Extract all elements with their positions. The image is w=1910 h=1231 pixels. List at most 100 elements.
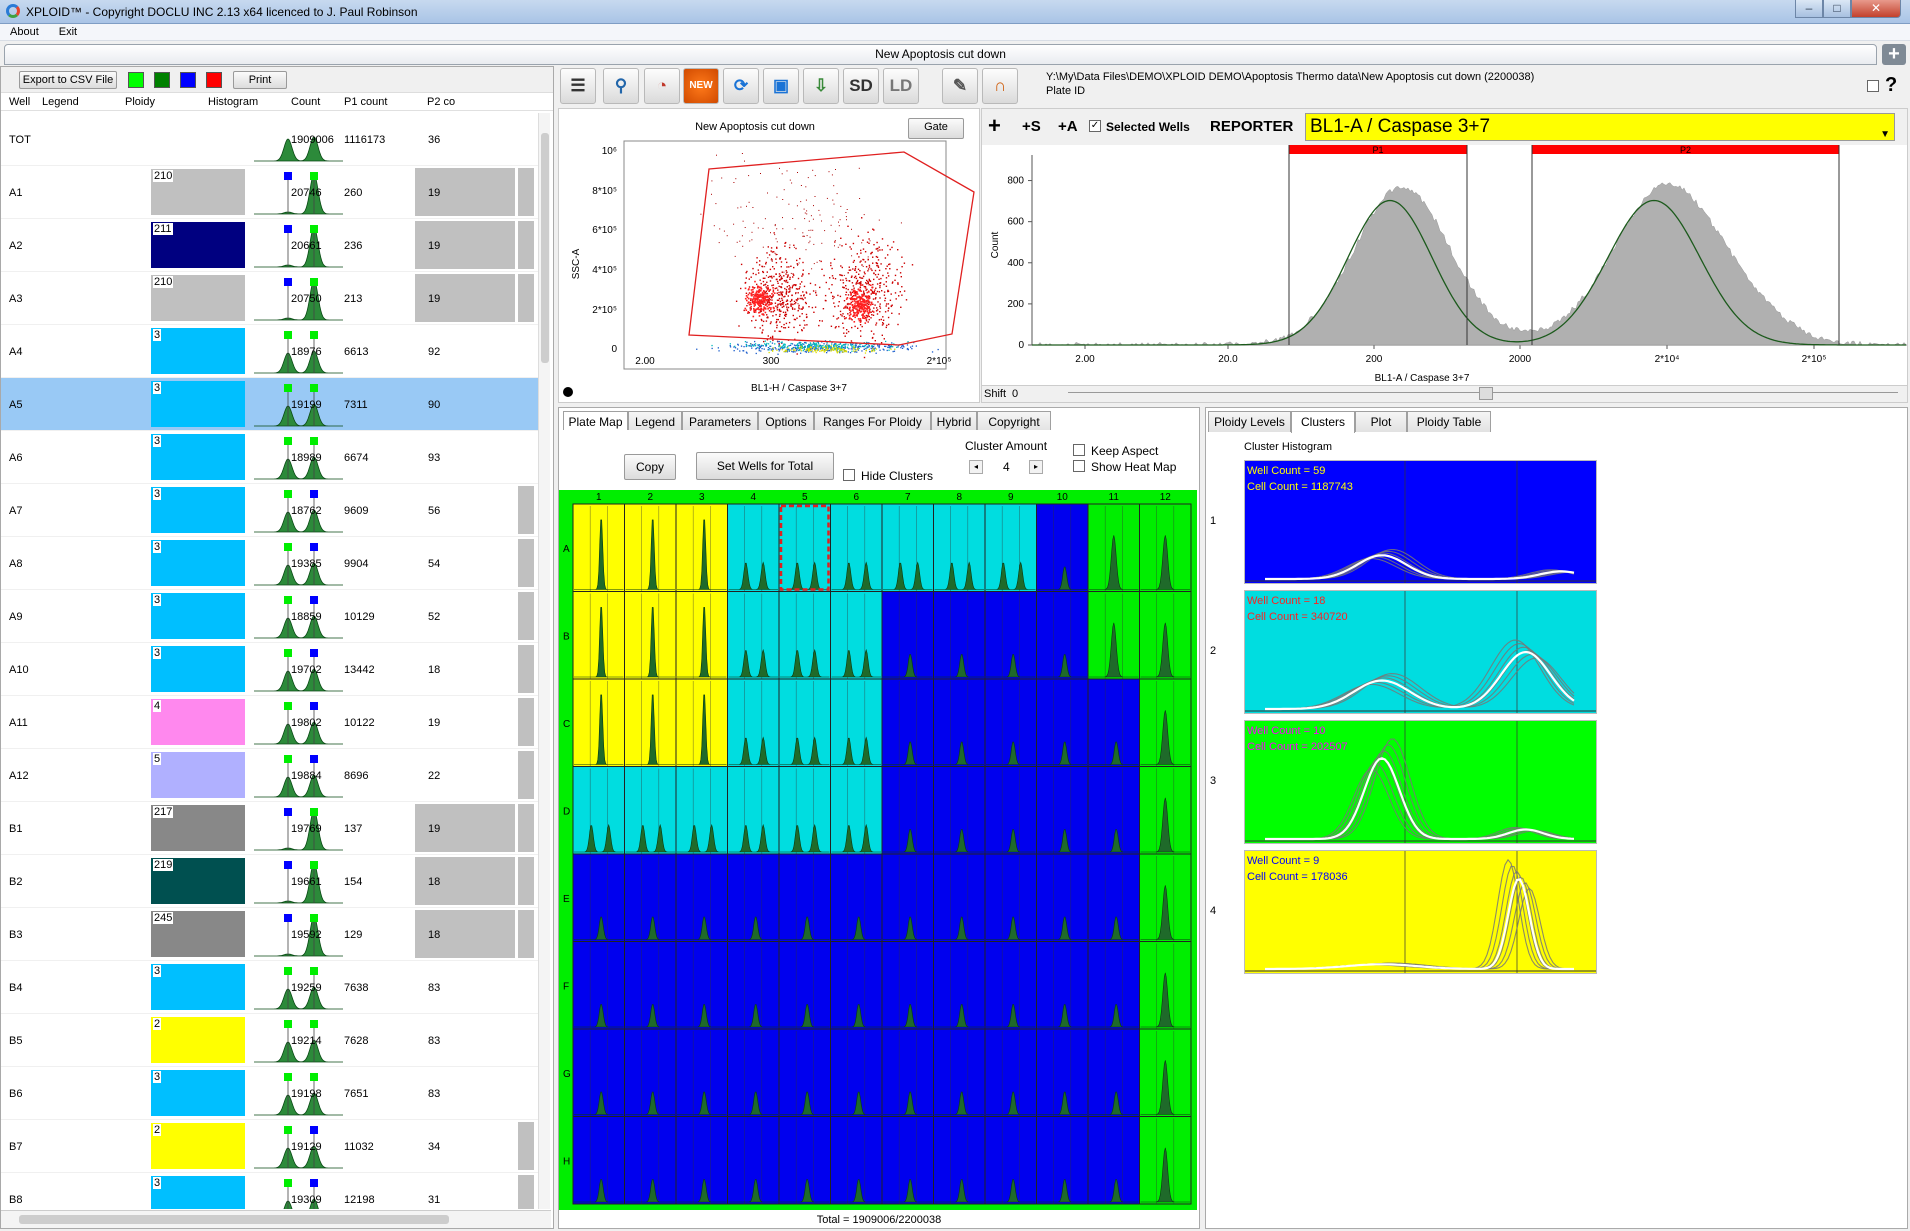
plate-id-checkbox[interactable] <box>1867 80 1879 92</box>
plate-well[interactable] <box>675 941 728 1030</box>
tab-options[interactable]: Options <box>758 411 814 432</box>
tab-plot[interactable]: Plot <box>1355 411 1407 432</box>
col-well[interactable]: Well <box>9 96 30 108</box>
plate-well[interactable] <box>778 766 831 855</box>
ploidy-box[interactable]: 2 <box>151 1123 245 1169</box>
plate-well[interactable] <box>624 1116 677 1205</box>
table-row[interactable]: A9 3 18859 10129 52 <box>1 590 549 643</box>
plate-well[interactable] <box>881 1116 934 1205</box>
ploidy-box[interactable]: 5 <box>151 752 245 798</box>
h-scroll-thumb[interactable] <box>19 1215 449 1224</box>
plate-well[interactable] <box>727 766 780 855</box>
plate-well[interactable] <box>830 503 883 592</box>
plate-well[interactable] <box>1087 678 1140 767</box>
col-legend[interactable]: Legend <box>42 96 79 108</box>
download-icon[interactable]: ⇩ <box>803 68 839 104</box>
plate-well[interactable] <box>727 853 780 942</box>
ploidy-box[interactable]: 3 <box>151 381 245 427</box>
add-a-button[interactable]: +A <box>1058 118 1078 135</box>
vertical-scrollbar[interactable] <box>538 113 550 1209</box>
plate-well[interactable] <box>778 503 831 592</box>
windows-icon[interactable]: ▣ <box>763 68 799 104</box>
ploidy-box[interactable]: 4 <box>151 699 245 745</box>
plate-well[interactable] <box>1139 503 1192 592</box>
ploidy-box[interactable]: 3 <box>151 646 245 692</box>
plate-well[interactable] <box>1139 766 1192 855</box>
gauge-icon[interactable]: ◔ <box>644 68 680 104</box>
table-row[interactable]: A2 211 20661 236 19 <box>1 219 549 272</box>
ploidy-box[interactable]: 3 <box>151 434 245 480</box>
tab-copyright[interactable]: Copyright <box>977 411 1051 432</box>
plate-well[interactable] <box>830 591 883 680</box>
table-row[interactable]: B3 245 19592 129 18 <box>1 908 549 961</box>
table-row[interactable]: B2 219 19661 154 18 <box>1 855 549 908</box>
plate-well[interactable] <box>881 766 934 855</box>
plate-well[interactable] <box>778 941 831 1030</box>
cluster-amount-value[interactable]: 4 <box>1003 460 1010 474</box>
plate-well[interactable] <box>572 678 625 767</box>
plate-well[interactable] <box>933 1028 986 1117</box>
plate-well[interactable] <box>830 853 883 942</box>
color-swatch-red[interactable] <box>206 72 222 88</box>
tab-ploidy-table[interactable]: Ploidy Table <box>1407 411 1491 432</box>
plate-well[interactable] <box>727 503 780 592</box>
plate-well[interactable] <box>572 941 625 1030</box>
plate-well[interactable] <box>984 853 1037 942</box>
tab-clusters[interactable]: Clusters <box>1291 411 1355 433</box>
ploidy-box[interactable]: 3 <box>151 487 245 533</box>
plate-well[interactable] <box>984 591 1037 680</box>
ploidy-box[interactable]: 245 <box>151 911 245 957</box>
plate-well[interactable] <box>933 853 986 942</box>
ploidy-box[interactable]: 210 <box>151 275 245 321</box>
plate-well[interactable] <box>1087 766 1140 855</box>
help-icon[interactable]: ? <box>1885 74 1897 97</box>
plate-well[interactable] <box>727 1116 780 1205</box>
plate-well[interactable] <box>1036 941 1089 1030</box>
plate-well[interactable] <box>881 941 934 1030</box>
gate-icon[interactable]: ∩ <box>982 68 1018 104</box>
tab-hybrid[interactable]: Hybrid <box>931 411 977 432</box>
color-swatch-darkgreen[interactable] <box>154 72 170 88</box>
gate-button[interactable]: Gate <box>908 118 964 139</box>
menu-exit[interactable]: Exit <box>49 24 87 40</box>
plate-well[interactable] <box>1139 1028 1192 1117</box>
plate-well[interactable] <box>1036 591 1089 680</box>
plate-well[interactable] <box>830 941 883 1030</box>
refresh-icon[interactable]: ⟳ <box>723 68 759 104</box>
keyhole-icon[interactable]: ⚲ <box>603 68 639 104</box>
ploidy-box[interactable]: 217 <box>151 805 245 851</box>
plate-well[interactable] <box>778 1116 831 1205</box>
plate-well[interactable] <box>984 1116 1037 1205</box>
selected-wells-checkbox[interactable]: ✓ <box>1089 120 1101 132</box>
plate-well[interactable] <box>984 503 1037 592</box>
shift-slider-thumb[interactable] <box>1479 387 1493 400</box>
ld-icon[interactable]: LD <box>883 68 919 104</box>
plate-well[interactable] <box>830 1028 883 1117</box>
table-row[interactable]: B5 2 19214 7628 83 <box>1 1014 549 1067</box>
tab-ploidy-levels[interactable]: Ploidy Levels <box>1208 411 1291 432</box>
plate-well[interactable] <box>572 766 625 855</box>
plate-well[interactable] <box>675 853 728 942</box>
plate-well[interactable] <box>778 1028 831 1117</box>
document-tab[interactable]: New Apoptosis cut down <box>4 44 1877 65</box>
scatter-settings-icon[interactable] <box>563 387 573 397</box>
plate-well[interactable] <box>933 591 986 680</box>
color-swatch-blue[interactable] <box>180 72 196 88</box>
ploidy-box[interactable]: 2 <box>151 1017 245 1063</box>
decrement-icon[interactable]: ◂ <box>969 460 983 474</box>
ploidy-box[interactable]: 3 <box>151 540 245 586</box>
plate-well[interactable] <box>830 678 883 767</box>
tab-parameters[interactable]: Parameters <box>682 411 758 432</box>
plate-well[interactable] <box>675 1028 728 1117</box>
plate-well[interactable] <box>624 766 677 855</box>
plate-well[interactable] <box>572 591 625 680</box>
plate-well[interactable] <box>572 1028 625 1117</box>
color-swatch-green[interactable] <box>128 72 144 88</box>
ploidy-box[interactable]: 3 <box>151 964 245 1010</box>
set-wells-total-button[interactable]: Set Wells for Total <box>696 452 834 480</box>
table-row[interactable]: A12 5 19884 8696 22 <box>1 749 549 802</box>
copy-button[interactable]: Copy <box>624 454 676 480</box>
ploidy-box[interactable]: 3 <box>151 328 245 374</box>
plate-well[interactable] <box>1036 1116 1089 1205</box>
plate-well[interactable] <box>881 678 934 767</box>
